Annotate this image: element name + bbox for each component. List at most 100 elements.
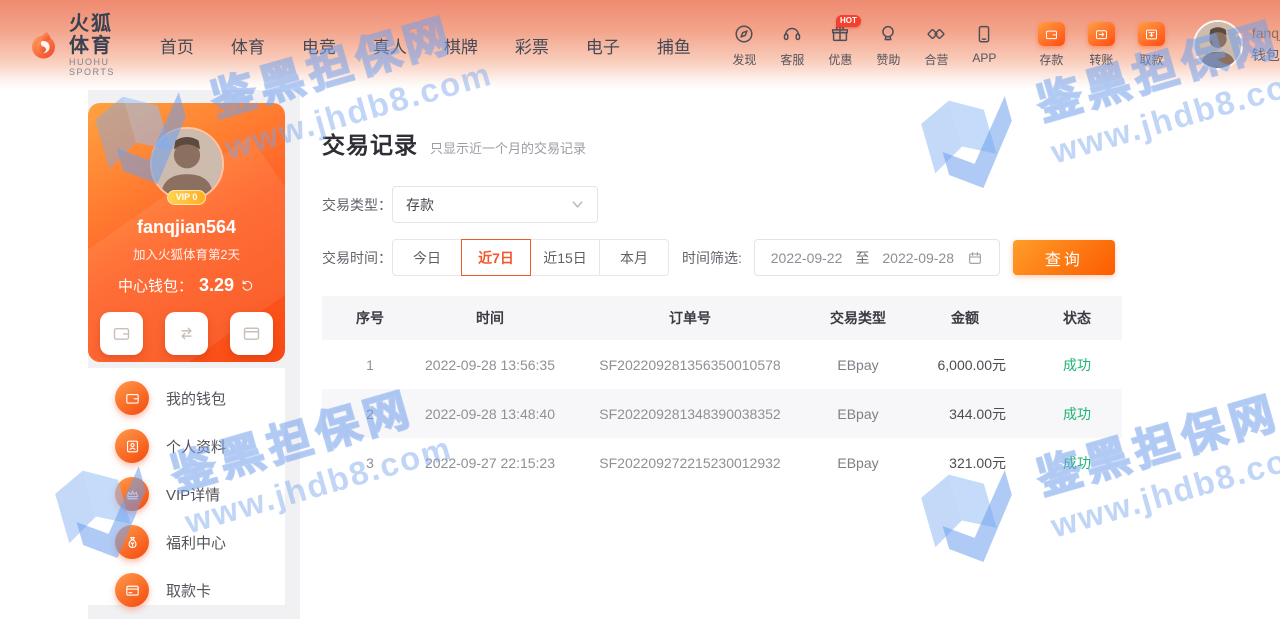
date-from-value[interactable]: 2022-09-22 [771,250,843,266]
sidebar-menu: 我的钱包 个人资料 VIP详情 福利中心 取款卡 [88,368,285,605]
app-button[interactable]: APP [963,23,1006,68]
cell-time: 2022-09-28 13:48:40 [418,406,562,422]
header-wallet-balance: 钱包:3.29 [1252,45,1280,65]
deposit-icon [1038,22,1065,46]
cell-time: 2022-09-28 13:56:35 [418,357,562,373]
brand-text: 火狐体育 HUOHU SPORTS [69,13,130,77]
profile-avatar-wrap: VIP 0 [150,103,224,201]
search-button[interactable]: 查询 [1013,240,1115,275]
nav-item-sports[interactable]: 体育 [231,33,265,58]
brand-logo[interactable]: 火狐体育 HUOHU SPORTS [28,13,130,77]
cell-type: EBpay [818,406,898,422]
table-row: 2 2022-09-28 13:48:40 SF2022092813483900… [322,389,1122,438]
nav-item-chess[interactable]: 棋牌 [444,33,478,58]
withdraw-label: 取款 [1139,51,1163,68]
date-range-picker[interactable]: 2022-09-22 至 2022-09-28 [754,239,1000,276]
transaction-type-select[interactable]: 存款 [392,186,598,223]
cell-amount: 321.00元 [898,453,1032,473]
refresh-icon[interactable] [240,278,255,293]
transfer-button[interactable]: 转账 [1080,22,1123,68]
user-meta: fanqjian564 VIP0 钱包:3.29 [1252,25,1280,65]
nav-item-esports[interactable]: 电竞 [302,33,336,58]
time-range-tabs: 今日 近7日 近15日 本月 [392,239,669,276]
date-separator: 至 [855,248,869,268]
flame-logo-icon [28,22,59,68]
sponsor-button[interactable]: 赞助 [867,23,910,68]
profile-username: fanqjian564 [88,217,285,238]
app-label: APP [972,51,996,65]
sidebar-item-label: 我的钱包 [166,388,226,409]
sidebar-item-label: 个人资料 [166,436,226,457]
tab-this-month[interactable]: 本月 [599,239,669,276]
tab-last-15-days[interactable]: 近15日 [530,239,600,276]
sidebar-item-welfare-center[interactable]: 福利中心 [88,518,285,566]
avatar-photo [1195,22,1241,68]
partner-label: 合营 [924,51,948,68]
sidebar-deposit-button[interactable]: 存款 [100,312,143,362]
col-header-status: 状态 [1032,308,1122,328]
profile-card: VIP 0 fanqjian564 加入火狐体育第2天 中心钱包： 3.29 存… [88,103,285,362]
nav-item-live[interactable]: 真人 [373,33,407,58]
main-panel: 交易记录 只显示近一个月的交易记录 交易类型： 存款 交易时间： 今日 近7日 … [300,90,1280,619]
center-wallet-row: 中心钱包： 3.29 [88,275,285,296]
selected-type-value: 存款 [406,195,434,215]
nav-item-lottery[interactable]: 彩票 [515,33,549,58]
sidebar-item-profile[interactable]: 个人资料 [88,422,285,470]
sidebar-item-label: 取款卡 [166,580,211,601]
center-wallet-value: 3.29 [199,275,234,296]
profile-vip-badge: VIP 0 [167,190,207,205]
cell-status: 成功 [1032,404,1122,424]
support-label: 客服 [780,51,804,68]
top-header: 火狐体育 HUOHU SPORTS 首页 体育 电竞 真人 棋牌 彩票 电子 捕… [0,0,1280,90]
col-header-order: 订单号 [562,308,818,328]
sidebar-item-vip-details[interactable]: VIP详情 [88,470,285,518]
crown-icon [115,477,149,511]
support-button[interactable]: 客服 [771,23,814,68]
sidebar-item-my-wallet[interactable]: 我的钱包 [88,374,285,422]
nav-item-home[interactable]: 首页 [160,33,194,58]
cell-type: EBpay [818,357,898,373]
main-nav: 首页 体育 电竞 真人 棋牌 彩票 电子 捕鱼 [160,33,691,58]
brand-name: 火狐体育 [69,13,130,57]
profile-actions: 存款 转账 取款 [88,312,285,362]
cell-amount: 344.00元 [898,404,1032,424]
sidebar-item-label: 福利中心 [166,532,226,553]
nav-item-slots[interactable]: 电子 [586,33,620,58]
compass-icon [733,23,755,45]
page-subtitle: 只显示近一个月的交易记录 [430,138,586,157]
discover-button[interactable]: 发现 [723,23,766,68]
profile-joined-text: 加入火狐体育第2天 [88,244,285,263]
promo-button[interactable]: HOT 优惠 [819,23,862,68]
calendar-icon [967,250,983,266]
date-to-value[interactable]: 2022-09-28 [882,250,954,266]
money-bag-icon [115,525,149,559]
discover-label: 发现 [732,51,756,68]
cell-seq: 2 [322,406,418,422]
transfer-icon [1088,22,1115,46]
tab-last-7-days[interactable]: 近7日 [461,239,531,276]
brand-subtitle: HUOHU SPORTS [69,57,130,77]
transfer-label: 转账 [1089,51,1113,68]
sidebar-transfer-button[interactable]: 转账 [165,312,208,362]
withdraw-button[interactable]: 取款 [1130,22,1173,68]
partner-button[interactable]: 合营 [915,23,958,68]
deposit-button[interactable]: 存款 [1030,22,1073,68]
sidebar-withdraw-button[interactable]: 取款 [230,312,273,362]
tab-today[interactable]: 今日 [392,239,462,276]
table-row: 3 2022-09-27 22:15:23 SF2022092722152300… [322,438,1122,487]
cell-seq: 3 [322,455,418,471]
withdraw-icon [1138,22,1165,46]
cell-seq: 1 [322,357,418,373]
promo-label: 优惠 [828,51,852,68]
user-avatar[interactable] [1193,20,1243,70]
wallet-icon [115,381,149,415]
col-header-type: 交易类型 [818,308,898,328]
deposit-icon [100,312,143,355]
sidebar-item-withdraw-card[interactable]: 取款卡 [88,566,285,614]
sponsor-label: 赞助 [876,51,900,68]
chevron-down-icon [571,198,584,211]
partner-icon [925,23,947,45]
nav-item-fishing[interactable]: 捕鱼 [657,33,691,58]
hot-badge: HOT [836,15,861,27]
page-title: 交易记录 [322,126,418,160]
